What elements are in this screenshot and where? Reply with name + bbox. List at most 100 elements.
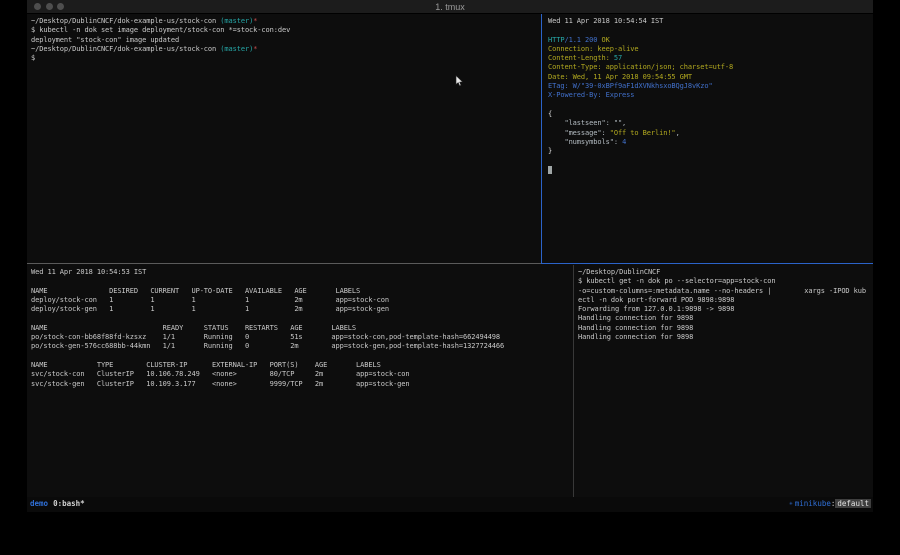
terminal-line xyxy=(548,166,873,175)
terminal-line xyxy=(548,101,873,110)
text-segment: /1.1 200 xyxy=(564,36,597,44)
mouse-pointer-icon xyxy=(455,72,464,91)
text-segment: OK xyxy=(597,36,609,44)
terminal-line: deployment "stock-con" image updated xyxy=(31,36,541,45)
text-segment: Content-Length: xyxy=(548,54,614,62)
window-titlebar[interactable]: 1. tmux xyxy=(27,0,873,14)
text-segment: * xyxy=(253,45,257,53)
text-segment: svc/stock-gen ClusterIP 10.109.3.177 <no… xyxy=(31,380,410,388)
text-segment: "lastseen": "", xyxy=(548,119,626,127)
text-segment: po/stock-con-bb68f88fd-kzsxz 1/1 Running… xyxy=(31,333,500,341)
tmux-status-bar: demo 0:bash* ✳ minikube : default xyxy=(27,497,873,512)
text-segment: svc/stock-con ClusterIP 10.106.78.249 <n… xyxy=(31,370,410,378)
pane-top-left-shell[interactable]: ~/Desktop/DublinCNCF/dok-example-us/stoc… xyxy=(27,14,541,264)
terminal-line: ~/Desktop/DublinCNCF xyxy=(578,268,873,277)
minimize-button[interactable] xyxy=(46,3,53,10)
terminal-line: ~/Desktop/DublinCNCF/dok-example-us/stoc… xyxy=(31,17,541,26)
text-segment: 57 xyxy=(614,54,622,62)
session-name[interactable]: demo xyxy=(30,499,48,508)
pane-bottom-left-kubectl-get[interactable]: Wed 11 Apr 2018 10:54:53 ISTNAME DESIRED… xyxy=(27,265,573,497)
terminal-line: ETag: W/"39-0xBPf9aF1dXVNkhsxoBQgJ8vKzo" xyxy=(548,82,873,91)
terminal-line: NAME DESIRED CURRENT UP-TO-DATE AVAILABL… xyxy=(31,287,573,296)
window-title: 1. tmux xyxy=(435,2,465,12)
kubernetes-helm-icon: ✳ xyxy=(789,500,793,507)
terminal-line: X-Powered-By: Express xyxy=(548,91,873,100)
text-segment: Handling connection for 9898 xyxy=(578,324,693,332)
kube-namespace-badge: default xyxy=(835,499,871,508)
text-segment: ~/Desktop/DublinCNCF/dok-example-us/stoc… xyxy=(31,17,220,25)
terminal-line: HTTP/1.1 200 OK xyxy=(548,36,873,45)
zoom-button[interactable] xyxy=(57,3,64,10)
terminal-window: 1. tmux ~/Desktop/DublinCNCF/dok-example… xyxy=(27,0,873,512)
text-segment: Content-Type: application/json; charset=… xyxy=(548,63,733,71)
text-segment: Date: Wed, 11 Apr 2018 09:54:55 GMT xyxy=(548,73,692,81)
text-segment: Handling connection for 9898 xyxy=(578,333,693,341)
text-segment: Forwarding from 127.0.0.1:9898 -> 9898 xyxy=(578,305,734,313)
pane-top-right-http-response[interactable]: Wed 11 Apr 2018 10:54:54 IST HTTP/1.1 200… xyxy=(541,14,873,264)
text-segment: 4 xyxy=(622,138,626,146)
terminal-line: svc/stock-gen ClusterIP 10.109.3.177 <no… xyxy=(31,380,573,389)
terminal-line: $ kubectl -n dok set image deployment/st… xyxy=(31,26,541,35)
terminal-line: Handling connection for 9898 xyxy=(578,314,873,323)
terminal-line: deploy/stock-con 1 1 1 1 2m app=stock-co… xyxy=(31,296,573,305)
text-segment: * xyxy=(253,17,257,25)
terminal-line: NAME READY STATUS RESTARTS AGE LABELS xyxy=(31,324,573,333)
text-segment: NAME READY STATUS RESTARTS AGE LABELS xyxy=(31,324,356,332)
text-segment: Handling connection for 9898 xyxy=(578,314,693,322)
text-segment: ~/Desktop/DublinCNCF xyxy=(578,268,660,276)
terminal-line: $ xyxy=(31,54,541,63)
text-segment: "message": xyxy=(548,129,610,137)
text-segment: (master) xyxy=(220,45,253,53)
terminal-line xyxy=(31,314,573,323)
terminal-line: Wed 11 Apr 2018 10:54:54 IST xyxy=(548,17,873,26)
status-right: ✳ minikube : default xyxy=(789,499,871,508)
traffic-lights xyxy=(34,3,64,10)
terminal-line: deploy/stock-gen 1 1 1 1 2m app=stock-ge… xyxy=(31,305,573,314)
terminal-line: po/stock-gen-576cc688bb-44kmn 1/1 Runnin… xyxy=(31,342,573,351)
terminal-line: Content-Length: 57 xyxy=(548,54,873,63)
terminal-line: { xyxy=(548,110,873,119)
terminal-line xyxy=(31,352,573,361)
terminal-line: Date: Wed, 11 Apr 2018 09:54:55 GMT xyxy=(548,73,873,82)
text-segment: "Off to Berlin!" xyxy=(610,129,676,137)
kube-context: minikube xyxy=(795,499,831,508)
terminal-line: ectl -n dok port-forward POD 9898:9898 xyxy=(578,296,873,305)
text-segment: $ xyxy=(31,54,35,62)
window-tab-bash[interactable]: 0:bash* xyxy=(53,499,85,508)
text-segment: ETag: W/"39-0xBPf9aF1dXVNkhsxoBQgJ8vKzo" xyxy=(548,82,713,90)
desktop-screen: 1. tmux ~/Desktop/DublinCNCF/dok-example… xyxy=(0,0,900,555)
text-segment: ectl -n dok port-forward POD 9898:9898 xyxy=(578,296,734,304)
text-segment: (master) xyxy=(220,17,253,25)
text-segment xyxy=(548,166,552,174)
text-segment: deploy/stock-con 1 1 1 1 2m app=stock-co… xyxy=(31,296,389,304)
text-segment: HTTP xyxy=(548,36,564,44)
status-left: demo 0:bash* xyxy=(30,499,85,508)
terminal-line: "message": "Off to Berlin!", xyxy=(548,129,873,138)
text-segment: po/stock-gen-576cc688bb-44kmn 1/1 Runnin… xyxy=(31,342,504,350)
terminal-line: "numsymbols": 4 xyxy=(548,138,873,147)
pane-bottom-right-port-forward[interactable]: ~/Desktop/DublinCNCF$ kubectl get -n dok… xyxy=(573,265,873,497)
text-segment: NAME DESIRED CURRENT UP-TO-DATE AVAILABL… xyxy=(31,287,360,295)
terminal-line: "lastseen": "", xyxy=(548,119,873,128)
text-segment: X-Powered-By: Express xyxy=(548,91,634,99)
terminal-line: NAME TYPE CLUSTER-IP EXTERNAL-IP PORT(S)… xyxy=(31,361,573,370)
terminal-line: svc/stock-con ClusterIP 10.106.78.249 <n… xyxy=(31,370,573,379)
text-segment: NAME TYPE CLUSTER-IP EXTERNAL-IP PORT(S)… xyxy=(31,361,381,369)
terminal-line: ~/Desktop/DublinCNCF/dok-example-us/stoc… xyxy=(31,45,541,54)
terminal-line xyxy=(31,277,573,286)
text-segment: Connection: keep-alive xyxy=(548,45,639,53)
terminal-line: po/stock-con-bb68f88fd-kzsxz 1/1 Running… xyxy=(31,333,573,342)
terminal-line: Forwarding from 127.0.0.1:9898 -> 9898 xyxy=(578,305,873,314)
terminal-line xyxy=(548,156,873,165)
terminal-line: $ kubectl get -n dok po --selector=app=s… xyxy=(578,277,873,286)
text-segment: ~/Desktop/DublinCNCF/dok-example-us/stoc… xyxy=(31,45,220,53)
terminal-line: Handling connection for 9898 xyxy=(578,333,873,342)
terminal-line: Connection: keep-alive xyxy=(548,45,873,54)
text-segment: -o=custom-columns=:metadata.name --no-he… xyxy=(578,287,866,295)
terminal-line: } xyxy=(548,147,873,156)
text-segment: $ kubectl -n dok set image deployment/st… xyxy=(31,26,290,34)
text-segment: Wed 11 Apr 2018 10:54:54 IST xyxy=(548,17,663,25)
text-segment: } xyxy=(548,147,552,155)
close-button[interactable] xyxy=(34,3,41,10)
text-segment: "numsymbols": xyxy=(548,138,622,146)
